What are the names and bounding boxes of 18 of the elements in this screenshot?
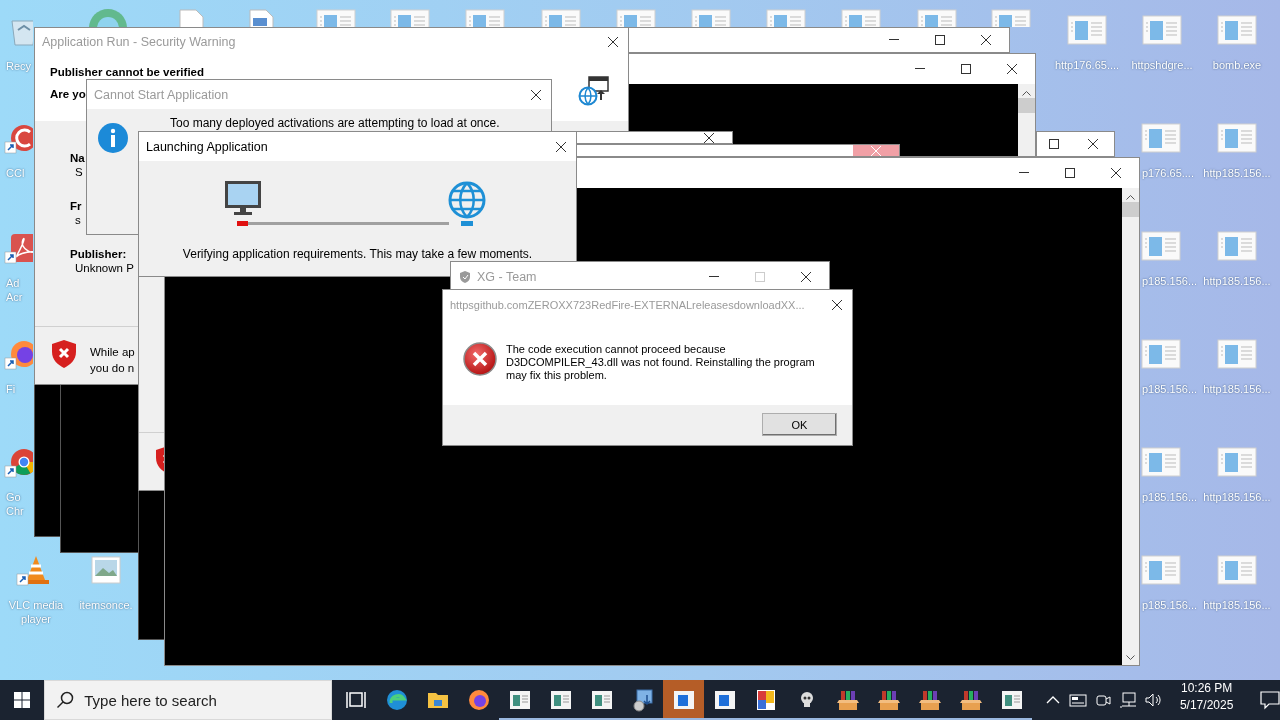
heading-text: Are yo (50, 87, 86, 101)
message-text: The code execution cannot proceed because D3DCOMPILER_43.dll was not found. Reinstalling the program may fix this problem. (506, 343, 816, 382)
warning-text: you do n (90, 361, 135, 376)
field-value: s (74, 213, 81, 228)
field-value: S (74, 165, 83, 180)
field-label: Fr (70, 199, 82, 213)
window-title: Launching Application (145, 139, 269, 154)
window-title: Cannot Start Application (93, 87, 230, 102)
field-label: Na (70, 151, 85, 165)
window-title: XG - Team (476, 269, 538, 284)
field-label: Publisher: (70, 247, 127, 261)
warning-text: While ap (90, 345, 135, 360)
message-text: Too many deployed activations are attempting to load at once. (170, 117, 500, 130)
window-title: httpsgithub.comZEROXX723RedFire-EXTERNALreleasesdownloadXX... (449, 298, 806, 311)
window-title: Application Run - Security Warning (41, 35, 237, 49)
heading-text: Publisher cannot be verified (50, 65, 204, 79)
field-value: Unknown P (74, 261, 134, 276)
status-text: Verifying application requirements. This may take a few moments. (181, 247, 534, 261)
